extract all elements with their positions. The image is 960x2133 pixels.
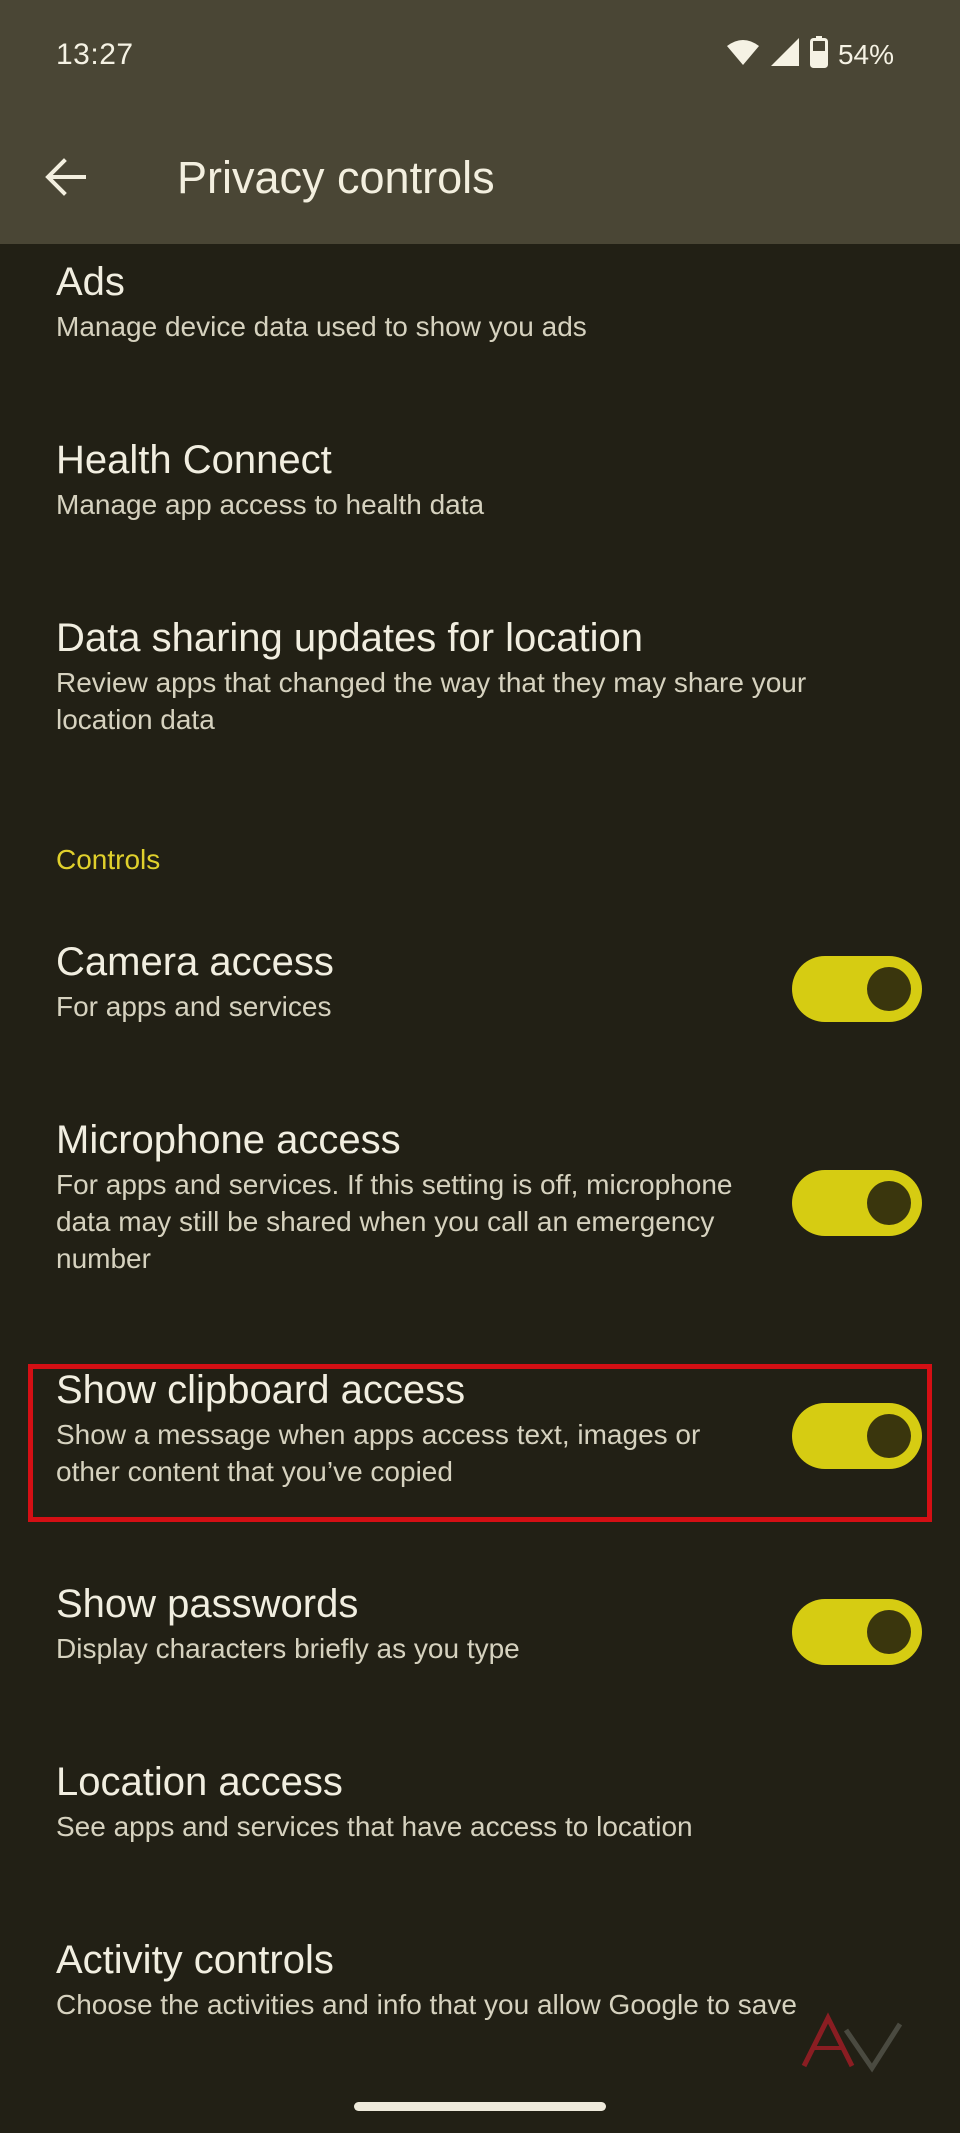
toggle-knob (867, 1610, 911, 1654)
setting-location-access[interactable]: Location access See apps and services th… (56, 1758, 920, 1845)
camera-access-toggle[interactable] (792, 956, 922, 1022)
setting-summary: For apps and services (56, 991, 332, 1022)
highlight-box (28, 1364, 932, 1522)
setting-title: Health Connect (56, 438, 332, 482)
setting-summary: Choose the activities and info that you … (56, 1989, 797, 2020)
battery-percent: 54% (837, 38, 894, 70)
setting-summary: For apps and services. If this setting i… (56, 1169, 733, 1274)
setting-title: Location access (56, 1760, 343, 1804)
setting-title: Data sharing updates for location (56, 616, 644, 660)
setting-summary: Manage device data used to show you ads (56, 311, 587, 342)
setting-title: Ads (56, 260, 125, 304)
wifi-icon (726, 38, 760, 71)
setting-summary: Review apps that changed the way that th… (56, 667, 807, 735)
setting-show-passwords[interactable]: Show passwords Display characters briefl… (56, 1580, 920, 1667)
status-icons: 54% (726, 36, 894, 73)
setting-ads[interactable]: Ads Manage device data used to show you … (56, 258, 920, 345)
section-header-controls: Controls (56, 844, 161, 875)
setting-title: Microphone access (56, 1118, 401, 1162)
setting-activity-controls[interactable]: Activity controls Choose the activities … (56, 1936, 920, 2023)
setting-camera-access[interactable]: Camera access For apps and services (56, 938, 920, 1025)
home-indicator[interactable] (354, 2102, 606, 2111)
status-time: 13:27 (56, 38, 134, 71)
site-logo (800, 2010, 904, 2074)
signal-icon (770, 37, 800, 72)
setting-summary: Display characters briefly as you type (56, 1633, 520, 1664)
setting-title: Activity controls (56, 1938, 334, 1982)
settings-list[interactable]: Ads Manage device data used to show you … (0, 244, 960, 2133)
app-bar: Privacy controls (0, 110, 960, 244)
setting-title: Camera access (56, 940, 334, 984)
back-button[interactable] (40, 152, 90, 202)
battery-icon (809, 36, 828, 73)
setting-data-sharing-updates[interactable]: Data sharing updates for location Review… (56, 614, 920, 738)
setting-summary: Manage app access to health data (56, 489, 485, 520)
arrow-back-icon (45, 158, 86, 196)
setting-health-connect[interactable]: Health Connect Manage app access to heal… (56, 436, 920, 523)
toggle-knob (867, 1181, 911, 1225)
microphone-access-toggle[interactable] (792, 1170, 922, 1236)
setting-summary: See apps and services that have access t… (56, 1811, 693, 1842)
page-title: Privacy controls (177, 152, 495, 203)
setting-microphone-access[interactable]: Microphone access For apps and services.… (56, 1116, 920, 1277)
toggle-knob (867, 967, 911, 1011)
setting-title: Show passwords (56, 1582, 359, 1626)
show-passwords-toggle[interactable] (792, 1599, 922, 1665)
status-bar: 13:27 54% (0, 0, 960, 110)
